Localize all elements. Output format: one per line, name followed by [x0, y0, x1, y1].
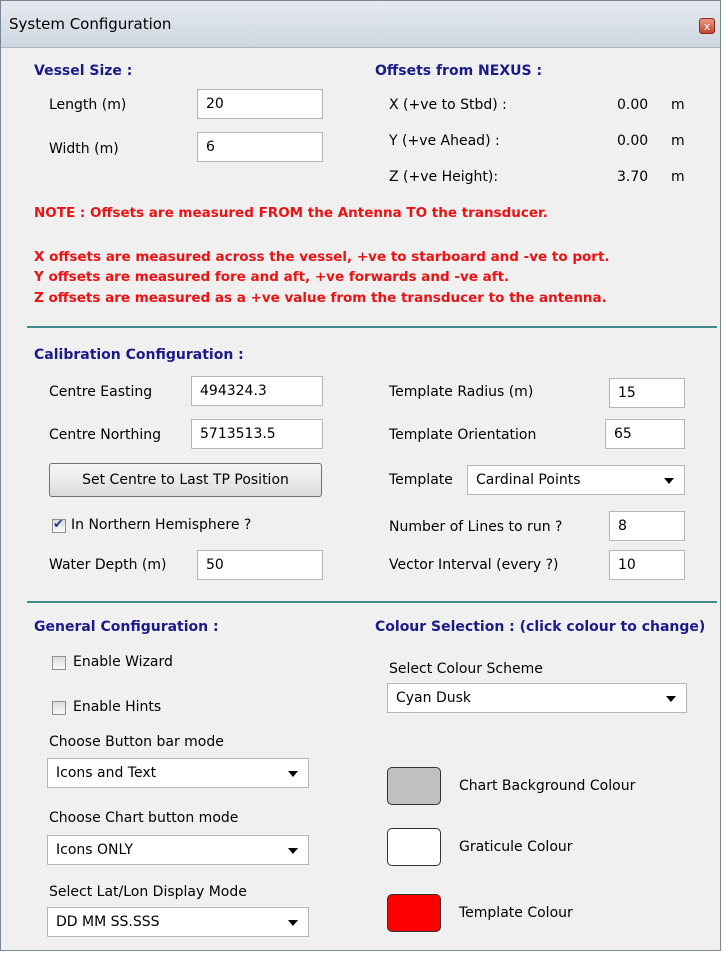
centre-easting-input[interactable]: 494324.3 — [191, 376, 323, 406]
template-orientation-input[interactable]: 65 — [605, 419, 685, 449]
graticule-colour-label: Graticule Colour — [459, 839, 573, 855]
template-radius-input[interactable]: 15 — [609, 378, 685, 408]
colour-selection-heading: Colour Selection : (click colour to chan… — [375, 619, 706, 635]
lines-to-run-label: Number of Lines to run ? — [389, 519, 563, 535]
width-label: Width (m) — [49, 141, 119, 157]
length-input[interactable]: 20 — [197, 89, 323, 119]
enable-hints-checkbox[interactable] — [52, 701, 66, 715]
northern-hemisphere-label: In Northern Hemisphere ? — [71, 517, 252, 533]
offset-y-value: 0.00 — [617, 133, 649, 149]
note-z: Z offsets are measured as a +ve value fr… — [34, 290, 607, 306]
water-depth-label: Water Depth (m) — [49, 557, 167, 573]
button-bar-mode-select[interactable]: Icons and Text — [47, 758, 309, 788]
chevron-down-icon — [288, 771, 298, 777]
note-y: Y offsets are measured fore and aft, +ve… — [34, 269, 510, 285]
chart-background-colour-label: Chart Background Colour — [459, 778, 636, 794]
latlon-mode-value: DD MM SS.SSS — [56, 914, 160, 930]
template-colour-swatch[interactable] — [387, 894, 441, 932]
centre-northing-input[interactable]: 5713513.5 — [191, 419, 323, 449]
chevron-down-icon — [288, 920, 298, 926]
chart-background-colour-swatch[interactable] — [387, 767, 441, 805]
template-radius-label: Template Radius (m) — [389, 384, 534, 400]
width-input[interactable]: 6 — [197, 132, 323, 162]
template-select-value: Cardinal Points — [476, 472, 581, 488]
vector-interval-input[interactable]: 10 — [609, 550, 685, 580]
section-divider — [27, 601, 717, 603]
chart-button-mode-value: Icons ONLY — [56, 842, 133, 858]
colour-scheme-select[interactable]: Cyan Dusk — [387, 683, 687, 713]
chevron-down-icon — [664, 478, 674, 484]
vessel-size-heading: Vessel Size : — [34, 63, 133, 79]
water-depth-input[interactable]: 50 — [197, 550, 323, 580]
offset-x-label: X (+ve to Stbd) : — [389, 97, 507, 113]
offset-z-label: Z (+ve Height): — [389, 169, 499, 185]
general-config-heading: General Configuration : — [34, 619, 219, 635]
chart-button-mode-label: Choose Chart button mode — [49, 810, 239, 826]
title-bar: System Configuration x — [1, 1, 720, 48]
close-icon[interactable]: x — [699, 18, 715, 34]
offset-y-unit: m — [671, 133, 685, 149]
lines-to-run-input[interactable]: 8 — [609, 511, 685, 541]
note-x: X offsets are measured across the vessel… — [34, 249, 610, 265]
offset-x-unit: m — [671, 97, 685, 113]
system-configuration-window: System Configuration x Vessel Size : Len… — [0, 0, 721, 951]
enable-wizard-checkbox[interactable] — [52, 656, 66, 670]
template-select[interactable]: Cardinal Points — [467, 465, 685, 495]
calibration-heading: Calibration Configuration : — [34, 347, 244, 363]
chevron-down-icon — [666, 696, 676, 702]
offset-x-value: 0.00 — [617, 97, 649, 113]
button-bar-mode-value: Icons and Text — [56, 765, 157, 781]
set-centre-button[interactable]: Set Centre to Last TP Position — [49, 463, 322, 497]
button-bar-mode-label: Choose Button bar mode — [49, 734, 224, 750]
latlon-mode-label: Select Lat/Lon Display Mode — [49, 884, 247, 900]
colour-scheme-value: Cyan Dusk — [396, 690, 472, 706]
template-orientation-label: Template Orientation — [389, 427, 537, 443]
northern-hemisphere-checkbox[interactable]: ✔ — [52, 517, 66, 533]
colour-scheme-label: Select Colour Scheme — [389, 661, 543, 677]
offset-z-unit: m — [671, 169, 685, 185]
section-divider — [27, 326, 717, 328]
enable-hints-label: Enable Hints — [73, 699, 162, 715]
centre-northing-label: Centre Northing — [49, 427, 162, 443]
offset-z-value: 3.70 — [617, 169, 649, 185]
offset-y-label: Y (+ve Ahead) : — [389, 133, 500, 149]
enable-wizard-label: Enable Wizard — [73, 654, 173, 670]
chevron-down-icon — [288, 848, 298, 854]
chart-button-mode-select[interactable]: Icons ONLY — [47, 835, 309, 865]
window-title: System Configuration — [9, 15, 172, 33]
length-label: Length (m) — [49, 97, 127, 113]
note-main: NOTE : Offsets are measured FROM the Ant… — [34, 205, 548, 221]
centre-easting-label: Centre Easting — [49, 384, 153, 400]
checkmark-icon: ✔ — [53, 517, 64, 532]
template-colour-label: Template Colour — [459, 905, 573, 921]
graticule-colour-swatch[interactable] — [387, 828, 441, 866]
vector-interval-label: Vector Interval (every ?) — [389, 557, 559, 573]
latlon-mode-select[interactable]: DD MM SS.SSS — [47, 907, 309, 937]
offsets-heading: Offsets from NEXUS : — [375, 63, 543, 79]
template-label: Template — [389, 472, 453, 488]
